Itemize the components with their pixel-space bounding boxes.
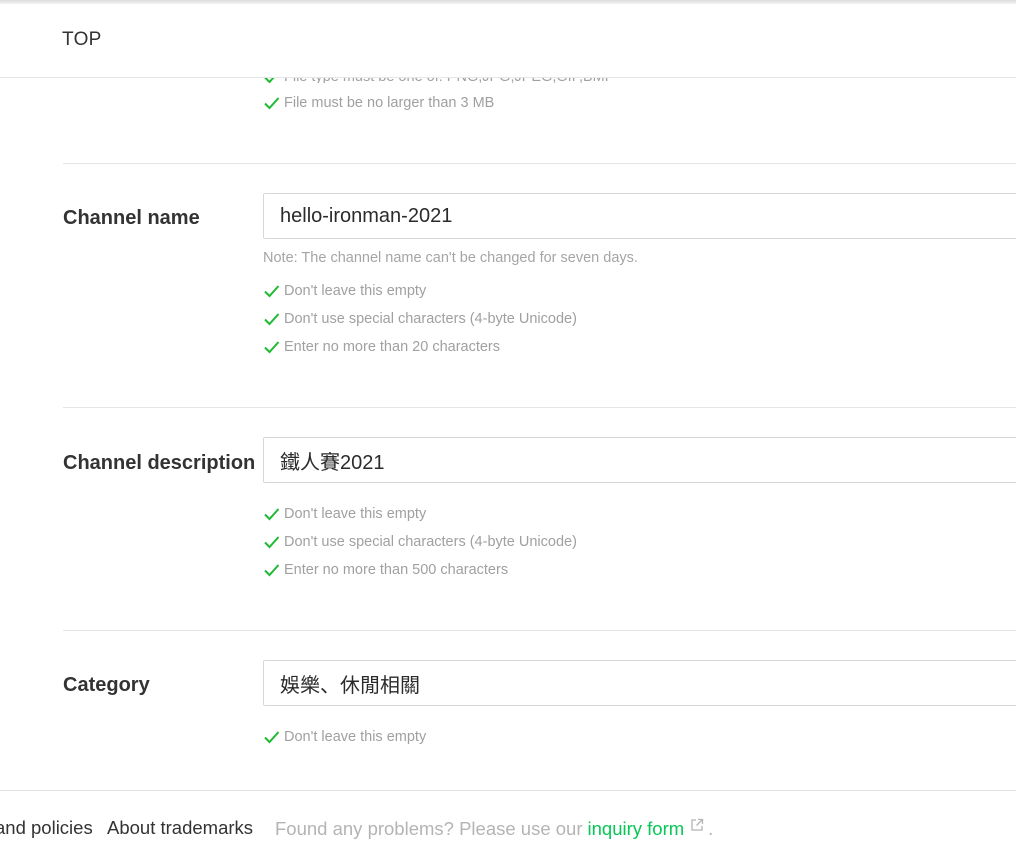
divider bbox=[63, 407, 1016, 408]
channel-name-input[interactable] bbox=[263, 193, 1016, 239]
check-icon bbox=[264, 285, 280, 298]
top-bar: TOP bbox=[0, 4, 1016, 78]
page: File type must be one of: PNG,JPG,JPEG,G… bbox=[0, 0, 1016, 861]
check-icon bbox=[264, 731, 280, 744]
rule-item: Don't use special characters (4-byte Uni… bbox=[263, 534, 577, 550]
category-input[interactable] bbox=[263, 660, 1016, 706]
check-icon bbox=[264, 341, 280, 354]
footer-divider bbox=[0, 790, 1016, 791]
footer-problem-text: Found any problems? Please use our inqui… bbox=[275, 818, 713, 840]
channel-name-label: Channel name bbox=[63, 207, 200, 229]
footer-trademarks-link[interactable]: About trademarks bbox=[107, 817, 253, 839]
rule-item: Don't leave this empty bbox=[263, 283, 426, 299]
footer-period: . bbox=[708, 818, 714, 839]
divider bbox=[63, 630, 1016, 631]
check-icon bbox=[264, 564, 280, 577]
settings-form: File type must be one of: PNG,JPG,JPEG,G… bbox=[0, 0, 1016, 861]
rule-item: File must be no larger than 3 MB bbox=[263, 95, 494, 111]
category-label: Category bbox=[63, 674, 150, 696]
rule-item: Don't leave this empty bbox=[263, 729, 426, 745]
check-icon bbox=[264, 536, 280, 549]
check-icon bbox=[264, 97, 280, 110]
rule-item: Don't use special characters (4-byte Uni… bbox=[263, 311, 577, 327]
rule-item: Don't leave this empty bbox=[263, 506, 426, 522]
channel-description-label: Channel description bbox=[63, 452, 256, 474]
check-icon bbox=[264, 508, 280, 521]
top-link[interactable]: TOP bbox=[62, 29, 102, 51]
check-icon bbox=[264, 313, 280, 326]
rule-item: Enter no more than 500 characters bbox=[263, 562, 508, 578]
channel-description-input[interactable] bbox=[263, 437, 1016, 483]
footer-policies-link[interactable]: and policies bbox=[0, 817, 93, 839]
channel-name-note: Note: The channel name can't be changed … bbox=[263, 250, 638, 266]
footer-problem-label: Found any problems? Please use our bbox=[275, 818, 583, 839]
divider bbox=[63, 163, 1016, 164]
inquiry-form-link[interactable]: inquiry form bbox=[588, 818, 685, 840]
rule-item: Enter no more than 20 characters bbox=[263, 339, 500, 355]
external-link-icon bbox=[691, 818, 704, 831]
